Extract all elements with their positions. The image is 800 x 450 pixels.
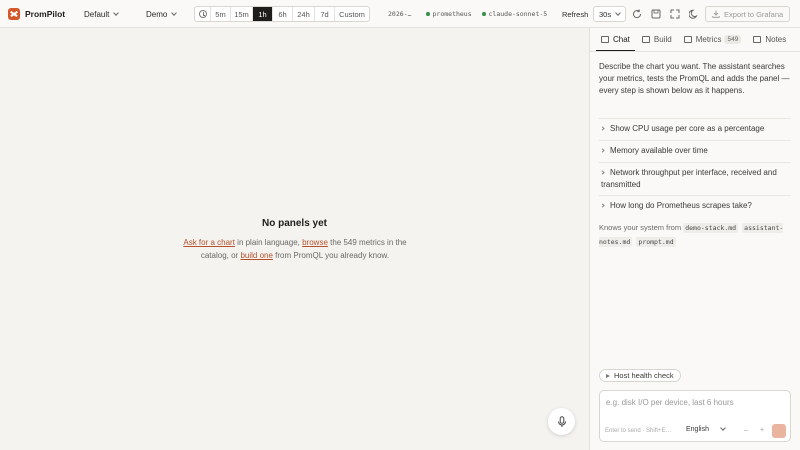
- suggestion-item[interactable]: Memory available over time: [599, 140, 791, 161]
- send-button[interactable]: [772, 424, 786, 438]
- minus-button[interactable]: –: [744, 427, 748, 434]
- chevron-down-icon: [720, 425, 726, 431]
- ask-for-chart-link[interactable]: Ask for a chart: [183, 238, 235, 247]
- model-status: claude-sonnet-5: [482, 0, 547, 28]
- panel-tabs: Chat Build Metrics 549 Notes: [590, 28, 800, 52]
- range-1h[interactable]: 1h: [253, 7, 273, 21]
- refresh-value: 30s: [599, 9, 612, 19]
- refresh-label: Refresh: [562, 9, 589, 19]
- suggestion-item[interactable]: Show CPU usage per core as a percentage: [599, 118, 791, 139]
- notes-icon: [753, 36, 762, 43]
- assistant-panel: Chat Build Metrics 549 Notes Describe th…: [589, 28, 800, 450]
- refresh-select-wrap: 30s: [593, 0, 627, 28]
- knowledge-sources: Knows your system from demo-stack.md ass…: [599, 221, 794, 249]
- chip-label: Host health check: [614, 371, 674, 380]
- desc-text: in plain language,: [234, 238, 303, 247]
- tab-label: Metrics: [695, 35, 722, 44]
- clock-icon[interactable]: [195, 7, 211, 21]
- microphone-icon: [557, 415, 566, 427]
- save-icon[interactable]: [651, 9, 661, 19]
- workspace-dropdown[interactable]: Default: [84, 0, 120, 28]
- suggestion-text: Memory available over time: [610, 146, 708, 155]
- chevron-down-icon: [615, 9, 621, 16]
- date-label: 2026-…: [388, 10, 412, 18]
- tab-metrics[interactable]: Metrics 549: [679, 28, 747, 51]
- knows-label: Knows your system from: [599, 223, 682, 232]
- chat-icon: [601, 35, 609, 43]
- file-chip: demo-stack.md: [683, 223, 739, 233]
- dashboard-label: Demo: [146, 9, 168, 19]
- chevron-right-icon: [600, 170, 605, 175]
- metrics-icon: [683, 36, 692, 43]
- workspace-label: Default: [84, 9, 110, 19]
- voice-input-button[interactable]: [548, 408, 575, 435]
- empty-state-description: Ask for a chart in plain language, brows…: [170, 236, 420, 262]
- suggestion-item[interactable]: How long do Prometheus scrapes take?: [599, 195, 791, 216]
- datasource-status: prometheus: [426, 0, 472, 28]
- chat-input[interactable]: e.g. disk I/O per device, last 6 hours: [606, 398, 734, 407]
- metrics-count-badge: 549: [724, 35, 742, 44]
- status-dot: [482, 12, 486, 16]
- build-icon: [641, 36, 650, 43]
- tab-build[interactable]: Build: [637, 28, 677, 51]
- export-wrap: Export to Grafana: [705, 0, 791, 28]
- time-range-picker: 5m 15m 1h 6h 24h 7d Custom: [194, 6, 370, 22]
- send-hint: Enter to send · Shift+E…: [605, 428, 672, 434]
- play-icon: [606, 373, 610, 378]
- browse-link[interactable]: browse: [302, 238, 328, 247]
- app-name: PromPilot: [25, 8, 66, 19]
- tab-notes[interactable]: Notes: [748, 28, 791, 51]
- range-24h[interactable]: 24h: [293, 7, 315, 21]
- range-7d[interactable]: 7d: [315, 7, 335, 21]
- desc-text: from PromQL you already know.: [272, 251, 390, 260]
- range-custom[interactable]: Custom: [335, 7, 369, 21]
- expand-icon[interactable]: [670, 9, 680, 19]
- tab-label: Notes: [765, 35, 787, 44]
- dashboard-canvas: No panels yet Ask for a chart in plain l…: [0, 28, 589, 450]
- chevron-down-icon: [171, 9, 178, 16]
- status-dot: [426, 12, 430, 16]
- range-6h[interactable]: 6h: [273, 7, 293, 21]
- brand: PromPilot: [8, 7, 66, 20]
- export-label: Export to Grafana: [724, 9, 784, 19]
- host-health-check-chip[interactable]: Host health check: [599, 369, 681, 382]
- chevron-right-icon: [600, 126, 605, 131]
- plus-button[interactable]: +: [760, 427, 764, 434]
- assistant-intro: Describe the chart you want. The assista…: [599, 62, 790, 95]
- refresh-interval-select[interactable]: 30s: [593, 6, 627, 22]
- dashboard-dropdown[interactable]: Demo: [146, 0, 178, 28]
- tab-chat[interactable]: Chat: [596, 28, 635, 51]
- chat-composer: e.g. disk I/O per device, last 6 hours E…: [599, 390, 791, 442]
- chevron-right-icon: [600, 148, 605, 153]
- model-label: claude-sonnet-5: [488, 10, 548, 18]
- chevron-right-icon: [600, 203, 605, 208]
- refresh-icon[interactable]: [632, 9, 642, 19]
- empty-state-title: No panels yet: [261, 218, 328, 229]
- tab-label: Build: [653, 35, 672, 44]
- download-icon: [712, 10, 720, 18]
- prompilot-logo: [8, 7, 20, 20]
- export-to-grafana-button[interactable]: Export to Grafana: [705, 6, 791, 22]
- suggestion-text: Show CPU usage per core as a percentage: [610, 124, 765, 133]
- suggestion-text: How long do Prometheus scrapes take?: [610, 201, 752, 210]
- chevron-down-icon: [113, 9, 120, 16]
- language-select[interactable]: English: [686, 425, 726, 433]
- suggestion-text: Network throughput per interface, receiv…: [601, 168, 777, 189]
- range-15m[interactable]: 15m: [231, 7, 253, 21]
- range-5m[interactable]: 5m: [211, 7, 231, 21]
- build-one-link[interactable]: build one: [240, 251, 272, 260]
- tab-label: Chat: [613, 34, 630, 44]
- suggestion-item[interactable]: Network throughput per interface, receiv…: [599, 162, 791, 195]
- language-label: English: [686, 426, 709, 433]
- moon-icon[interactable]: [689, 9, 699, 19]
- datasource-label: prometheus: [432, 10, 472, 18]
- file-chip: prompt.md: [636, 237, 676, 247]
